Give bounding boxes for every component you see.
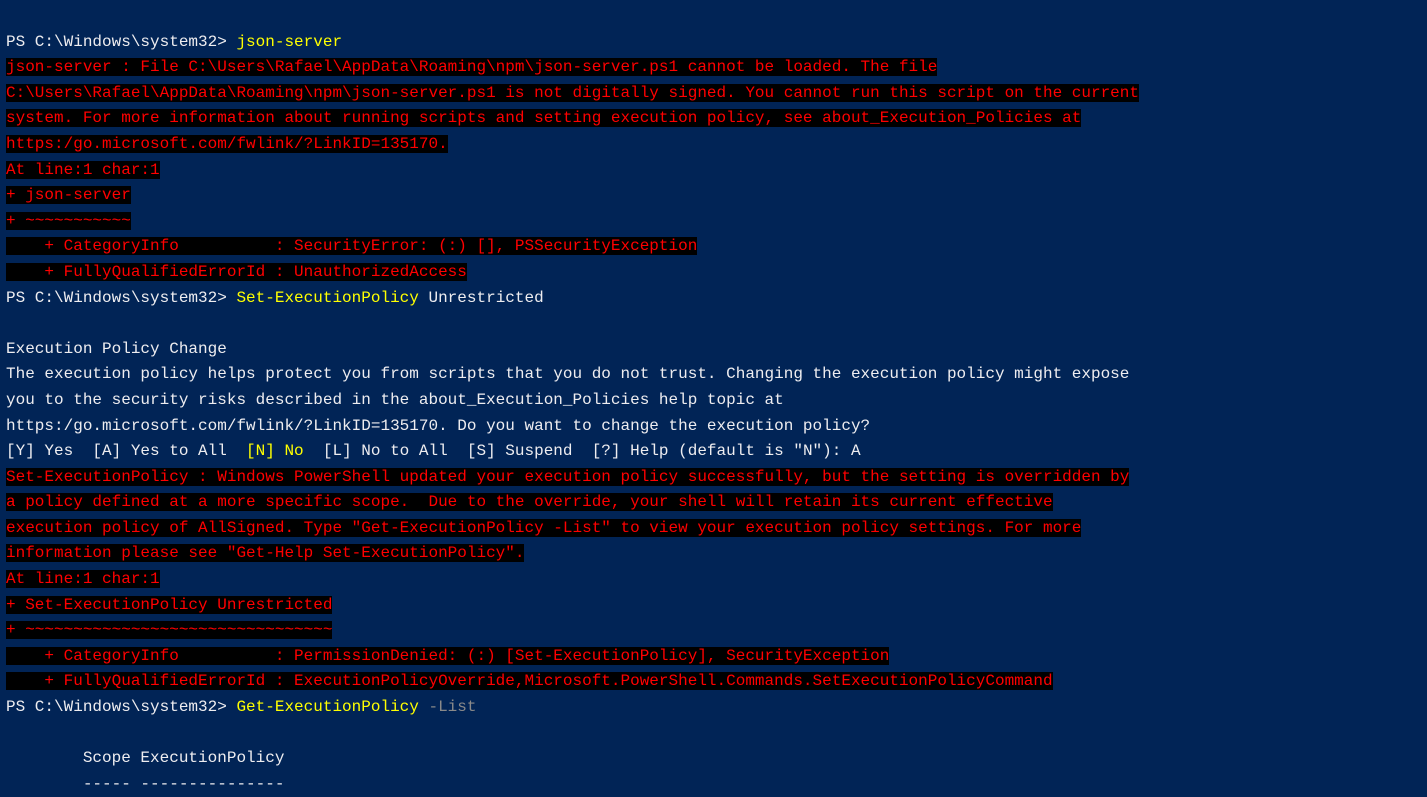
confirm-body: The execution policy helps protect you f… bbox=[6, 365, 1129, 434]
command-set-executionpolicy: Set-ExecutionPolicy bbox=[236, 289, 418, 307]
command-json-server: json-server bbox=[236, 33, 342, 51]
powershell-terminal[interactable]: PS C:\Windows\system32> json-server json… bbox=[0, 0, 1427, 790]
table-header: Scope ExecutionPolicy bbox=[6, 749, 284, 767]
blank-line bbox=[6, 724, 16, 742]
confirm-choices-post: [L] No to All [S] Suspend [?] Help (defa… bbox=[304, 442, 861, 460]
prompt: PS C:\Windows\system32> bbox=[6, 698, 236, 716]
blank-line bbox=[6, 314, 16, 332]
flag-list: -List bbox=[419, 698, 477, 716]
prompt: PS C:\Windows\system32> bbox=[6, 33, 236, 51]
confirm-choices-pre: [Y] Yes [A] Yes to All bbox=[6, 442, 246, 460]
confirm-default-option: [N] No bbox=[246, 442, 304, 460]
table-divider: ----- --------------- bbox=[6, 775, 284, 793]
command-get-executionpolicy: Get-ExecutionPolicy bbox=[236, 698, 418, 716]
prompt: PS C:\Windows\system32> bbox=[6, 289, 236, 307]
argument-unrestricted: Unrestricted bbox=[419, 289, 544, 307]
confirm-heading: Execution Policy Change bbox=[6, 340, 227, 358]
error-set-executionpolicy: Set-ExecutionPolicy : Windows PowerShell… bbox=[6, 468, 1129, 691]
error-json-server: json-server : File C:\Users\Rafael\AppDa… bbox=[6, 58, 1139, 281]
